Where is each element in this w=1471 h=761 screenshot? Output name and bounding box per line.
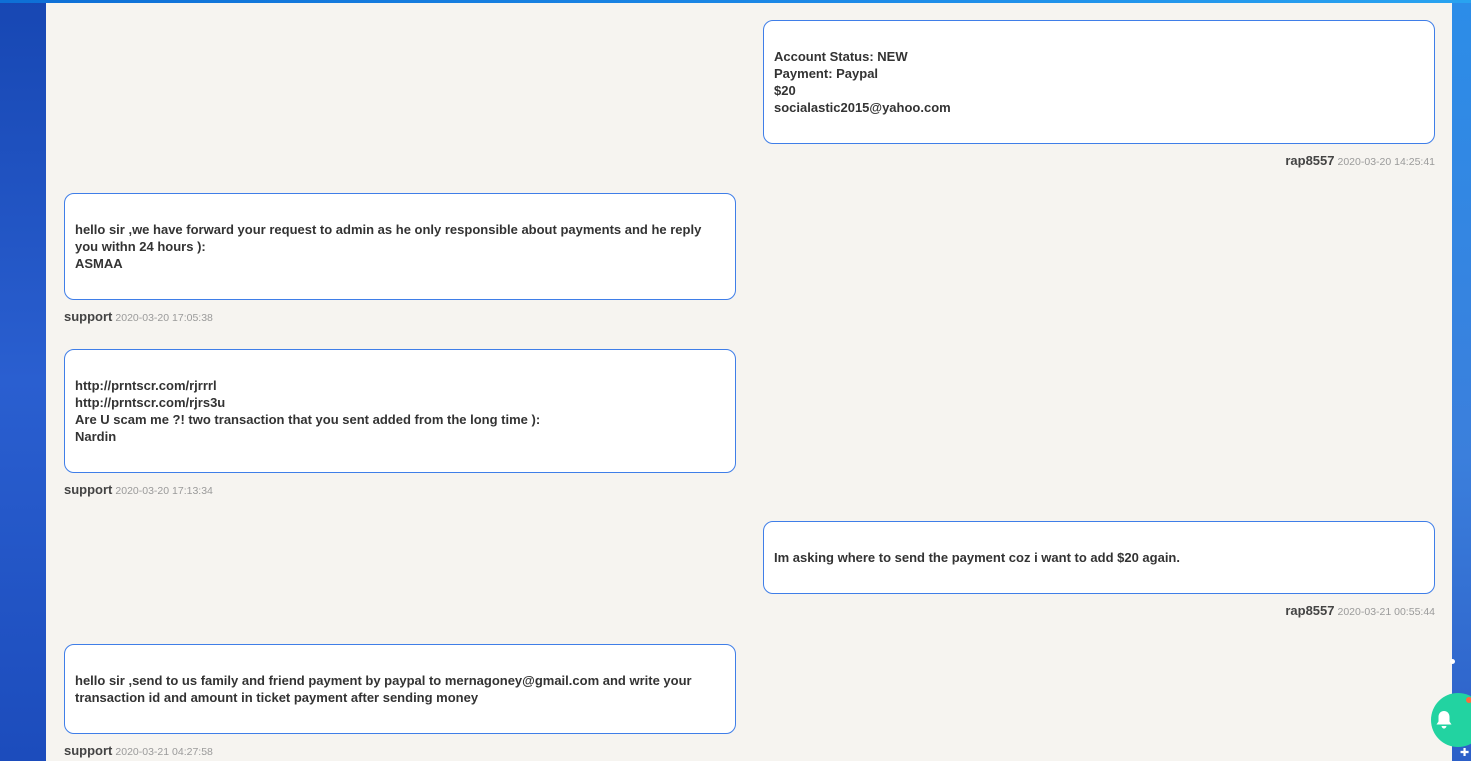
left-frame: [0, 0, 46, 761]
message-line: http://prntscr.com/rjrrrl: [75, 378, 217, 393]
message-line: you withn 24 hours ):: [75, 239, 206, 254]
message-meta: support 2020-03-20 17:05:38: [64, 309, 213, 324]
message-author: support: [64, 309, 113, 324]
message-meta: rap8557 2020-03-20 14:25:41: [1285, 153, 1435, 168]
message-line: http://prntscr.com/rjrs3u: [75, 395, 226, 410]
message-bubble: hello sir ,we have forward your request …: [64, 193, 736, 300]
scroll-indicator: [1450, 659, 1455, 664]
message-meta: support 2020-03-21 04:27:58: [64, 743, 213, 758]
message-line: socialastic2015@yahoo.com: [774, 100, 951, 115]
message-line: Payment: Paypal: [774, 66, 879, 81]
ticket-conversation[interactable]: Account Status: NEW Payment: Paypal $20 …: [46, 3, 1452, 761]
message-line: transaction id and amount in ticket paym…: [75, 690, 479, 705]
message-line: Are U scam me ?! two transaction that yo…: [75, 412, 541, 427]
right-frame: [1452, 0, 1471, 761]
message-line: $20: [774, 83, 796, 98]
plus-icon[interactable]: ✚: [1460, 746, 1469, 759]
top-accent-bar: [0, 0, 1471, 3]
message-line: hello sir ,we have forward your request …: [75, 222, 702, 237]
message-meta: support 2020-03-20 17:13:34: [64, 482, 213, 497]
message-meta: rap8557 2020-03-21 00:55:44: [1285, 603, 1435, 618]
message-bubble: http://prntscr.com/rjrrrl http://prntscr…: [64, 349, 736, 473]
message-line: Account Status: NEW: [774, 49, 908, 64]
message-author: support: [64, 743, 113, 758]
message-timestamp: 2020-03-21 00:55:44: [1337, 606, 1436, 618]
message-bubble: hello sir ,send to us family and friend …: [64, 644, 736, 734]
bell-icon: [1436, 711, 1452, 729]
message-bubble: Account Status: NEW Payment: Paypal $20 …: [763, 20, 1435, 144]
message-timestamp: 2020-03-20 17:13:34: [115, 485, 213, 497]
message-line: hello sir ,send to us family and friend …: [75, 673, 692, 688]
message-author: support: [64, 482, 113, 497]
message-timestamp: 2020-03-20 14:25:41: [1337, 156, 1436, 168]
message-timestamp: 2020-03-21 04:27:58: [115, 746, 213, 758]
message-author: rap8557: [1285, 153, 1335, 168]
message-bubble: Im asking where to send the payment coz …: [763, 521, 1435, 594]
message-author: rap8557: [1285, 603, 1335, 618]
message-timestamp: 2020-03-20 17:05:38: [115, 312, 213, 324]
message-line: Nardin: [75, 429, 117, 444]
message-line: ASMAA: [75, 256, 123, 271]
message-line: Im asking where to send the payment coz …: [774, 550, 1180, 565]
notification-badge: [1466, 697, 1471, 703]
